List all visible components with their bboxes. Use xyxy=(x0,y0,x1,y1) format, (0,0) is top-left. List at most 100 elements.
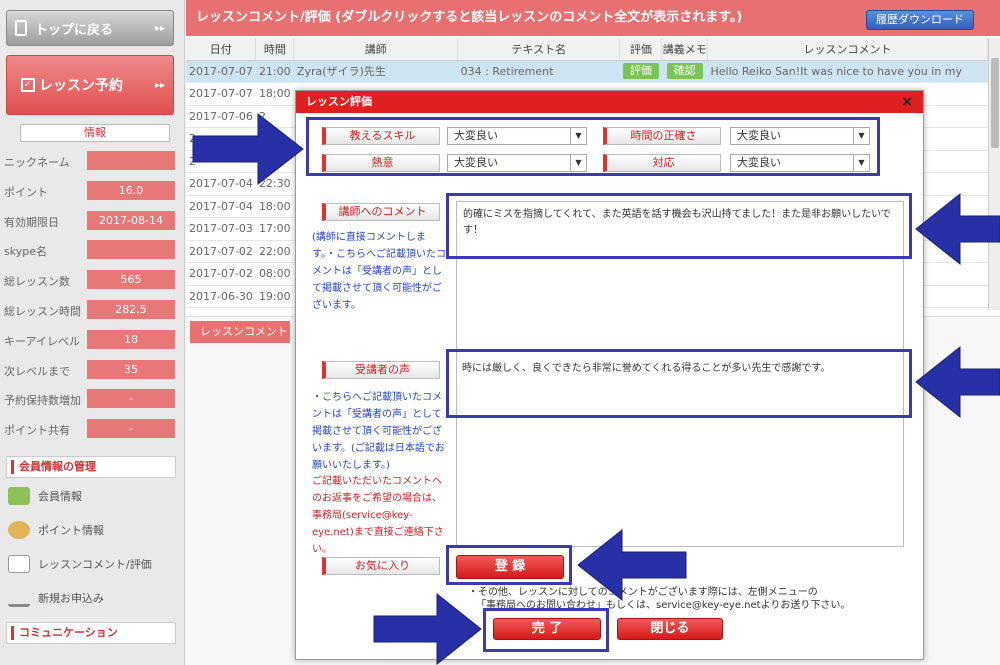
info-row: skype名 xyxy=(0,235,180,265)
info-value: 16.0 xyxy=(87,180,175,200)
menu-member-info[interactable]: 会員情報 xyxy=(6,482,176,510)
student-voice-label: 受講者の声 xyxy=(322,361,440,379)
student-voice-highlight xyxy=(446,349,912,418)
teacher-comment-label: 講師へのコメント xyxy=(322,203,440,221)
complete-highlight xyxy=(483,608,609,652)
cell-date: 2017-07-07 xyxy=(186,60,256,83)
column-header[interactable]: 講義メモ xyxy=(661,38,709,61)
menu-label: 会員情報 xyxy=(38,490,82,503)
book-lesson-button[interactable]: ✓ レッスン予約 ▸▸ xyxy=(6,55,174,115)
table-row[interactable]: 2017-07-07 21:00 Zyra(ザイラ)先生 034 : Retireme… xyxy=(186,60,988,83)
cell-date: 2 xyxy=(186,127,256,151)
info-row: キーアイレベル 18 xyxy=(0,325,180,355)
cell-time: 18:00 xyxy=(255,195,294,218)
cell-date: 2017-07-06 xyxy=(186,105,256,128)
teacher-comment-highlight xyxy=(446,193,912,259)
info-value: 2017-08-14 xyxy=(87,210,175,230)
cell-time xyxy=(255,127,294,151)
cell-time: 18:00 xyxy=(255,82,294,106)
page-title-bar: レッスンコメント/評価 (ダブルクリックすると該当レッスンのコメント全文が表示さ… xyxy=(186,0,1000,36)
note-pencil-icon xyxy=(8,555,30,573)
cell-date: 2017-07-04 xyxy=(186,195,256,218)
menu-label: 新規お申込み xyxy=(38,592,104,605)
info-row: ポイント共有 - xyxy=(0,414,180,444)
info-label: キーアイレベル xyxy=(4,334,81,348)
column-header[interactable]: 日付 xyxy=(186,38,257,61)
cell-time xyxy=(255,150,294,173)
menu-label: ポイント情報 xyxy=(38,524,104,537)
info-label: 有効期限日 xyxy=(4,215,59,229)
menu-lesson-comment[interactable]: レッスンコメント/評価 xyxy=(6,550,176,578)
info-label: ニックネーム xyxy=(4,156,70,169)
dialog-title: レッスン評価 xyxy=(306,95,372,108)
menu-new-application[interactable]: 新規お申込み xyxy=(6,584,176,612)
cell-date: 2017-07-07 xyxy=(186,82,256,106)
book-lesson-label: レッスン予約 xyxy=(39,78,123,94)
info-value xyxy=(87,240,175,260)
download-history-button[interactable]: 履歴ダウンロード xyxy=(866,10,974,30)
student-voice-note: ・こちらへご記載頂いたコメントは「受講者の声」として掲載させて頂く可能性がござい… xyxy=(312,392,445,471)
back-to-top-button[interactable]: トップに戻る ▸▸ xyxy=(6,10,174,46)
info-row: 総レッスン数 565 xyxy=(0,265,180,295)
cell-text: 034 : Retirement xyxy=(457,60,620,83)
card-icon xyxy=(8,487,30,505)
column-header[interactable]: 時間 xyxy=(255,38,295,61)
coins-icon xyxy=(8,521,30,539)
info-value: 565 xyxy=(87,270,175,290)
info-value: - xyxy=(87,419,175,439)
back-to-top-label: トップに戻る xyxy=(35,22,114,38)
column-header[interactable]: 講師 xyxy=(293,38,459,61)
info-row: 次レベルまで 35 xyxy=(0,355,180,385)
cell-eval: 評価 xyxy=(619,60,662,83)
info-label: 予約保持数増加 xyxy=(4,394,81,408)
info-row: 有効期限日 2017-08-14 xyxy=(0,206,180,236)
menu-label: レッスンコメント/評価 xyxy=(38,558,152,571)
checkbox-icon: ✓ xyxy=(21,78,35,92)
cell-date: 2 xyxy=(186,150,256,173)
cell-time: 21:00 xyxy=(255,60,294,83)
info-label: 総レッスン数 xyxy=(4,275,70,289)
info-value: 18 xyxy=(87,329,175,349)
lesson-comment-tab[interactable]: レッスンコメント xyxy=(190,321,290,343)
table-scrollbar[interactable] xyxy=(988,38,1000,310)
register-highlight xyxy=(446,545,572,585)
cell-date: 2017-07-02 xyxy=(186,240,256,263)
info-value xyxy=(87,151,175,170)
page-icon xyxy=(15,20,27,36)
double-chevron-right-icon: ▸▸ xyxy=(154,22,165,34)
info-label: ポイント共有 xyxy=(4,424,70,438)
cell-time: 2 xyxy=(255,105,294,128)
cell-date: 2017-07-04 xyxy=(186,172,256,196)
cell-memo: 確認 xyxy=(661,60,708,83)
scroll-thumb[interactable] xyxy=(991,58,999,148)
cart-icon xyxy=(8,589,30,607)
column-header[interactable]: レッスンコメント xyxy=(707,38,988,61)
close-button[interactable]: 閉じる xyxy=(617,618,723,640)
page-title: レッスンコメント/評価 (ダブルクリックすると該当レッスンのコメント全文が表示さ… xyxy=(196,10,743,25)
favorite-label: お気に入り xyxy=(322,557,440,575)
reply-request-note: ご記載いただいたコメントへのお返事をご希望の場合は、事務局(service@ke… xyxy=(312,476,444,555)
info-value: - xyxy=(87,389,175,409)
info-value: 282.5 xyxy=(87,300,175,319)
cell-comment: Hello Reiko San!It was nice to have you … xyxy=(707,60,988,83)
memo-confirm-button[interactable]: 確認 xyxy=(666,63,703,80)
info-section-title: 情報 xyxy=(20,124,170,142)
teacher-comment-note: (講師に直接コメントします。・こちらへご記載頂いたコメントは「受講者の声」として… xyxy=(312,232,446,311)
dialog-title-bar: レッスン評価 × xyxy=(296,91,923,113)
communication-section-title: コミュニケーション xyxy=(6,622,176,644)
ratings-highlight xyxy=(306,117,880,176)
cell-time: 08:00 xyxy=(255,262,294,286)
cell-time: 17:00 xyxy=(255,217,294,241)
cell-time: 22:00 xyxy=(255,240,294,263)
cell-teacher: Zyra(ザイラ)先生 xyxy=(293,60,458,83)
evaluate-button[interactable]: 評価 xyxy=(622,63,659,80)
info-label: 次レベルまで xyxy=(4,364,70,378)
menu-point-info[interactable]: ポイント情報 xyxy=(6,516,176,544)
column-header[interactable]: 評価 xyxy=(619,38,663,61)
close-icon[interactable]: × xyxy=(901,91,913,113)
info-label: 総レッスン時間 xyxy=(4,305,81,318)
info-label: skype名 xyxy=(4,245,47,259)
column-header[interactable]: テキスト名 xyxy=(457,38,621,61)
cell-date: 2017-07-02 xyxy=(186,262,256,286)
info-row: 予約保持数増加 - xyxy=(0,384,180,414)
